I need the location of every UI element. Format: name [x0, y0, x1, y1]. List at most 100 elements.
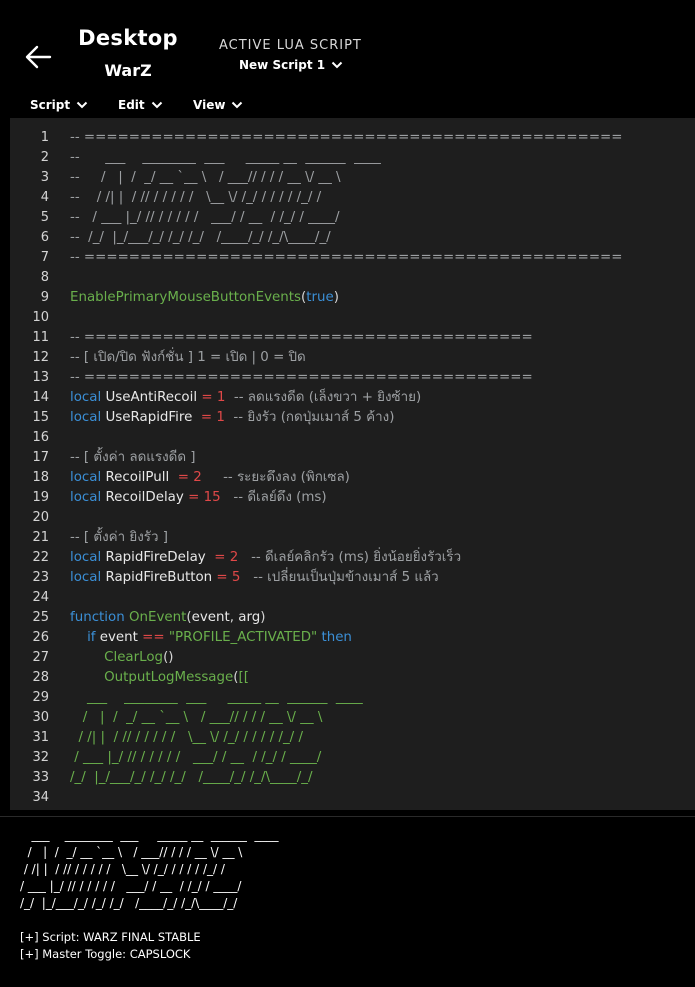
code-text: -- / /| | / // / / / / / \__ \/ /_/ / / … [70, 190, 322, 205]
code-text: local RapidFireButton = 5 -- เปลี่ยนเป็น… [70, 570, 439, 585]
code-text: ___ ________ ___ _____ __ ______ ____ [70, 690, 363, 705]
chevron-down-icon [331, 61, 343, 69]
line-number: 32 [32, 750, 49, 765]
code-line[interactable]: 3 -- / | / _/ __ `__ \ / ___// / / / __ \… [10, 168, 695, 188]
code-line[interactable]: 33 /_/ |_/___/_/ /_/ /_/ /____/_/ /_/\___… [10, 768, 695, 788]
menu-view[interactable]: View [193, 98, 243, 112]
code-line[interactable]: 2 -- ___ ________ ___ _____ __ ______ ___… [10, 148, 695, 168]
code-text: -- / | / _/ __ `__ \ / ___// / / / __ \/… [70, 170, 341, 185]
line-number: 33 [32, 770, 49, 785]
code-line[interactable]: 11 -- ===================================… [10, 328, 695, 348]
code-editor[interactable]: 1 -- ====================================… [10, 118, 695, 810]
line-number: 17 [32, 450, 49, 465]
code-line[interactable]: 1 -- ====================================… [10, 128, 695, 148]
line-number: 34 [32, 790, 49, 805]
code-line[interactable]: 28 OutputLogMessage([[ [10, 668, 695, 688]
line-number: 6 [40, 230, 49, 245]
line-number: 14 [32, 390, 49, 405]
code-line[interactable]: 21 -- [ ตั้งค่า ยิงรัว ] [10, 528, 695, 548]
code-line[interactable]: 22 local RapidFireDelay = 2 -- ดีเลย์คลิก… [10, 548, 695, 568]
code-line[interactable]: 12 -- [ เปิด/ปิด ฟังก์ชั่น ] 1 = เปิด | 0… [10, 348, 695, 368]
code-text: -- =====================================… [70, 330, 533, 345]
output-log: ___ ________ ___ _____ __ ______ ____ / … [0, 816, 695, 987]
menu-script[interactable]: Script [30, 98, 88, 112]
code-text: local RapidFireDelay = 2 -- ดีเลย์คลิกรั… [70, 550, 462, 565]
log-line: [+] Script: WARZ FINAL STABLE [20, 930, 201, 944]
code-text: local RecoilDelay = 15 -- ดีเลย์ดึง (ms) [70, 490, 327, 505]
code-line[interactable]: 24 [10, 588, 695, 608]
code-text: -- /_/ |_/___/_/ /_/ /_/ /____/_/ /_/\__… [70, 230, 331, 245]
code-text: if event == "PROFILE_ACTIVATED" then [87, 630, 352, 645]
back-arrow-icon[interactable] [24, 44, 52, 70]
code-text: function OnEvent(event, arg) [70, 610, 266, 625]
profile-name: WarZ [104, 61, 152, 80]
active-script-caption: ACTIVE LUA SCRIPT [219, 38, 362, 53]
code-text: -- =====================================… [70, 130, 623, 145]
log-line: [+] Master Toggle: CAPSLOCK [20, 947, 191, 961]
line-number: 2 [40, 150, 49, 165]
script-selector[interactable]: New Script 1 [239, 58, 343, 72]
chevron-down-icon [76, 101, 88, 109]
line-number: 30 [32, 710, 49, 725]
code-text: / | / _/ __ `__ \ / ___// / / / __ \/ __… [70, 710, 323, 725]
code-text: EnablePrimaryMouseButtonEvents(true) [70, 290, 339, 305]
code-line[interactable]: 13 -- ===================================… [10, 368, 695, 388]
line-number: 9 [40, 290, 49, 305]
code-text: / ___ |_/ // / / / / / ___/ / __ / /_/ /… [70, 750, 322, 765]
line-number: 20 [32, 510, 49, 525]
line-number: 8 [40, 270, 49, 285]
code-text: -- [ ตั้งค่า ยิงรัว ] [70, 530, 168, 545]
code-line[interactable]: 31 / /| | / // / / / / / \__ \/ /_/ / / … [10, 728, 695, 748]
line-number: 28 [32, 670, 49, 685]
code-line[interactable]: 34 [10, 788, 695, 808]
code-text: / /| | / // / / / / / \__ \/ /_/ / / / /… [70, 730, 303, 745]
code-text: /_/ |_/___/_/ /_/ /_/ /____/_/ /_/\____/… [70, 770, 313, 785]
app-header: Desktop WarZ ACTIVE LUA SCRIPT New Scrip… [0, 0, 695, 118]
code-line[interactable]: 16 [10, 428, 695, 448]
menu-script-label: Script [30, 98, 71, 112]
code-line[interactable]: 4 -- / /| | / // / / / / / \__ \/ /_/ / /… [10, 188, 695, 208]
code-line[interactable]: 7 -- ====================================… [10, 248, 695, 268]
code-line[interactable]: 25 function OnEvent(event, arg) [10, 608, 695, 628]
line-number: 16 [32, 430, 49, 445]
code-line[interactable]: 19 local RecoilDelay = 15 -- ดีเลย์ดึง (m… [10, 488, 695, 508]
line-number: 27 [32, 650, 49, 665]
code-text: -- [ เปิด/ปิด ฟังก์ชั่น ] 1 = เปิด | 0 =… [70, 350, 306, 365]
code-line[interactable]: 29 ___ ________ ___ _____ __ ______ ____ [10, 688, 695, 708]
code-line[interactable]: 8 [10, 268, 695, 288]
line-number: 24 [32, 590, 49, 605]
code-line[interactable]: 6 -- /_/ |_/___/_/ /_/ /_/ /____/_/ /_/\_… [10, 228, 695, 248]
code-line[interactable]: 26 if event == "PROFILE_ACTIVATED" then [10, 628, 695, 648]
code-line[interactable]: 20 [10, 508, 695, 528]
line-number: 29 [32, 690, 49, 705]
line-number: 3 [40, 170, 49, 185]
code-line[interactable]: 10 [10, 308, 695, 328]
line-number: 15 [32, 410, 49, 425]
code-line[interactable]: 17 -- [ ตั้งค่า ลดแรงดีด ] [10, 448, 695, 468]
line-number: 7 [40, 250, 49, 265]
code-line[interactable]: 9 EnablePrimaryMouseButtonEvents(true) [10, 288, 695, 308]
code-text: -- =====================================… [70, 370, 533, 385]
code-line[interactable]: 30 / | / _/ __ `__ \ / ___// / / / __ \/… [10, 708, 695, 728]
code-line[interactable]: 32 / ___ |_/ // / / / / / ___/ / __ / /_… [10, 748, 695, 768]
code-text: local RecoilPull = 2 -- ระยะดึงลง (พิกเซ… [70, 470, 350, 485]
line-number: 21 [32, 530, 49, 545]
chevron-down-icon [151, 101, 162, 109]
code-line[interactable]: 14 local UseAntiRecoil = 1 -- ลดแรงดีด (เ… [10, 388, 695, 408]
line-number: 19 [32, 490, 49, 505]
script-selector-label: New Script 1 [239, 58, 326, 72]
line-number: 31 [32, 730, 49, 745]
line-number: 25 [32, 610, 49, 625]
code-line[interactable]: 5 -- / ___ |_/ // / / / / / ___/ / __ / /… [10, 208, 695, 228]
line-number: 23 [32, 570, 49, 585]
code-line[interactable]: 18 local RecoilPull = 2 -- ระยะดึงลง (พิก… [10, 468, 695, 488]
code-line[interactable]: 27 ClearLog() [10, 648, 695, 668]
menu-edit[interactable]: Edit [118, 98, 163, 112]
menu-edit-label: Edit [118, 98, 145, 112]
code-line[interactable]: 23 local RapidFireButton = 5 -- เปลี่ยนเป… [10, 568, 695, 588]
code-line[interactable]: 15 local UseRapidFire = 1 -- ยิงรัว (กดปุ… [10, 408, 695, 428]
line-number: 10 [32, 310, 49, 325]
code-text: ClearLog() [104, 650, 174, 665]
output-ascii-banner: ___ ________ ___ _____ __ ______ ____ / … [20, 828, 279, 910]
line-number: 22 [32, 550, 49, 565]
